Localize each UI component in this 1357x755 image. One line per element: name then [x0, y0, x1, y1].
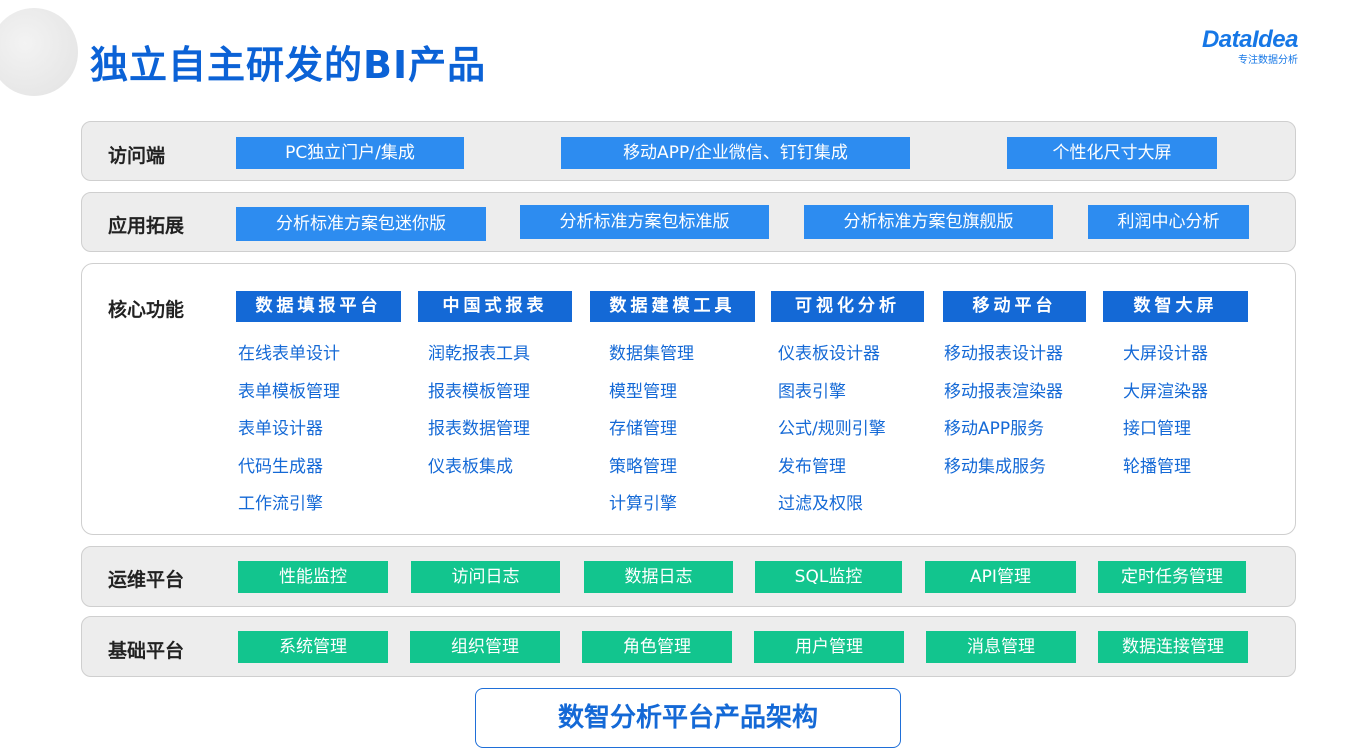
column-list: 在线表单设计 表单模板管理 表单设计器 代码生成器 工作流引擎 [238, 339, 340, 527]
list-item: 大屏渲染器 [1123, 381, 1208, 402]
access-item: 个性化尺寸大屏 [1007, 137, 1217, 169]
column-list: 大屏设计器 大屏渲染器 接口管理 轮播管理 [1123, 339, 1208, 489]
row-ops-label: 运维平台 [108, 569, 185, 591]
column-list: 润乾报表工具 报表模板管理 报表数据管理 仪表板集成 [428, 339, 530, 489]
row-base-label: 基础平台 [108, 640, 185, 662]
list-item: 计算引擎 [609, 494, 677, 514]
access-item: PC独立门户/集成 [236, 137, 464, 169]
list-item: 工作流引擎 [238, 494, 323, 514]
base-item: 用户管理 [754, 631, 904, 663]
list-item: 图表引擎 [778, 381, 846, 402]
row-ops: 运维平台 性能监控 访问日志 数据日志 SQL监控 API管理 定时任务管理 [81, 546, 1296, 607]
list-item: 发布管理 [778, 456, 846, 477]
extension-item: 分析标准方案包标准版 [520, 205, 769, 239]
ops-item: 定时任务管理 [1098, 561, 1246, 593]
list-item: 移动报表渲染器 [944, 381, 1063, 402]
column-header: 中国式报表 [418, 291, 572, 322]
column-header: 数智大屏 [1103, 291, 1248, 322]
ops-item: 访问日志 [411, 561, 560, 593]
list-item: 润乾报表工具 [428, 344, 530, 364]
list-item: 报表模板管理 [428, 381, 530, 402]
column-list: 仪表板设计器 图表引擎 公式/规则引擎 发布管理 过滤及权限 [778, 339, 886, 527]
row-extension-label: 应用拓展 [108, 215, 185, 237]
list-item: 移动APP服务 [944, 419, 1045, 439]
list-item: 移动报表设计器 [944, 344, 1063, 364]
column-header: 数据建模工具 [590, 291, 755, 322]
decorative-circle [0, 8, 78, 96]
column-list: 移动报表设计器 移动报表渲染器 移动APP服务 移动集成服务 [944, 339, 1063, 489]
base-item: 消息管理 [926, 631, 1076, 663]
extension-item: 分析标准方案包旗舰版 [804, 205, 1053, 239]
extension-item: 利润中心分析 [1088, 205, 1249, 239]
page-title: 独立自主研发的BI产品 [90, 43, 487, 87]
list-item: 报表数据管理 [428, 419, 530, 439]
list-item: 策略管理 [609, 456, 677, 477]
row-extension: 应用拓展 分析标准方案包迷你版 分析标准方案包标准版 分析标准方案包旗舰版 利润… [81, 192, 1296, 252]
list-item: 移动集成服务 [944, 456, 1046, 477]
ops-item: 性能监控 [238, 561, 388, 593]
base-item: 系统管理 [238, 631, 388, 663]
list-item: 轮播管理 [1123, 456, 1191, 477]
ops-item: API管理 [925, 561, 1076, 593]
list-item: 大屏设计器 [1123, 344, 1208, 364]
logo-tagline: 专注数据分析 [1238, 55, 1298, 66]
list-item: 仪表板集成 [428, 456, 513, 477]
list-item: 存储管理 [609, 419, 677, 439]
access-item: 移动APP/企业微信、钉钉集成 [561, 137, 910, 169]
column-header: 数据填报平台 [236, 291, 401, 322]
column-list: 数据集管理 模型管理 存储管理 策略管理 计算引擎 [609, 339, 694, 527]
list-item: 数据集管理 [609, 344, 694, 364]
row-access: 访问端 PC独立门户/集成 移动APP/企业微信、钉钉集成 个性化尺寸大屏 [81, 121, 1296, 181]
base-item: 数据连接管理 [1098, 631, 1248, 663]
column-header: 移动平台 [943, 291, 1086, 322]
list-item: 公式/规则引擎 [778, 419, 886, 439]
list-item: 过滤及权限 [778, 494, 863, 514]
row-base: 基础平台 系统管理 组织管理 角色管理 用户管理 消息管理 数据连接管理 [81, 616, 1296, 677]
list-item: 表单设计器 [238, 419, 323, 439]
list-item: 模型管理 [609, 381, 677, 402]
list-item: 接口管理 [1123, 419, 1191, 439]
ops-item: SQL监控 [755, 561, 902, 593]
extension-item: 分析标准方案包迷你版 [236, 207, 486, 241]
column-header: 可视化分析 [771, 291, 924, 322]
row-access-label: 访问端 [108, 145, 166, 167]
base-item: 角色管理 [582, 631, 732, 663]
list-item: 表单模板管理 [238, 381, 340, 402]
footer-caption: 数智分析平台产品架构 [475, 688, 901, 748]
list-item: 仪表板设计器 [778, 344, 880, 364]
list-item: 在线表单设计 [238, 344, 340, 364]
ops-item: 数据日志 [584, 561, 733, 593]
base-item: 组织管理 [410, 631, 560, 663]
list-item: 代码生成器 [238, 456, 323, 477]
row-core-label: 核心功能 [108, 299, 185, 321]
logo: DataIdea 专注数据分析 [1180, 26, 1299, 66]
logo-brand: DataIdea [1201, 26, 1299, 53]
row-core: 核心功能 数据填报平台 在线表单设计 表单模板管理 表单设计器 代码生成器 工作… [81, 263, 1296, 535]
